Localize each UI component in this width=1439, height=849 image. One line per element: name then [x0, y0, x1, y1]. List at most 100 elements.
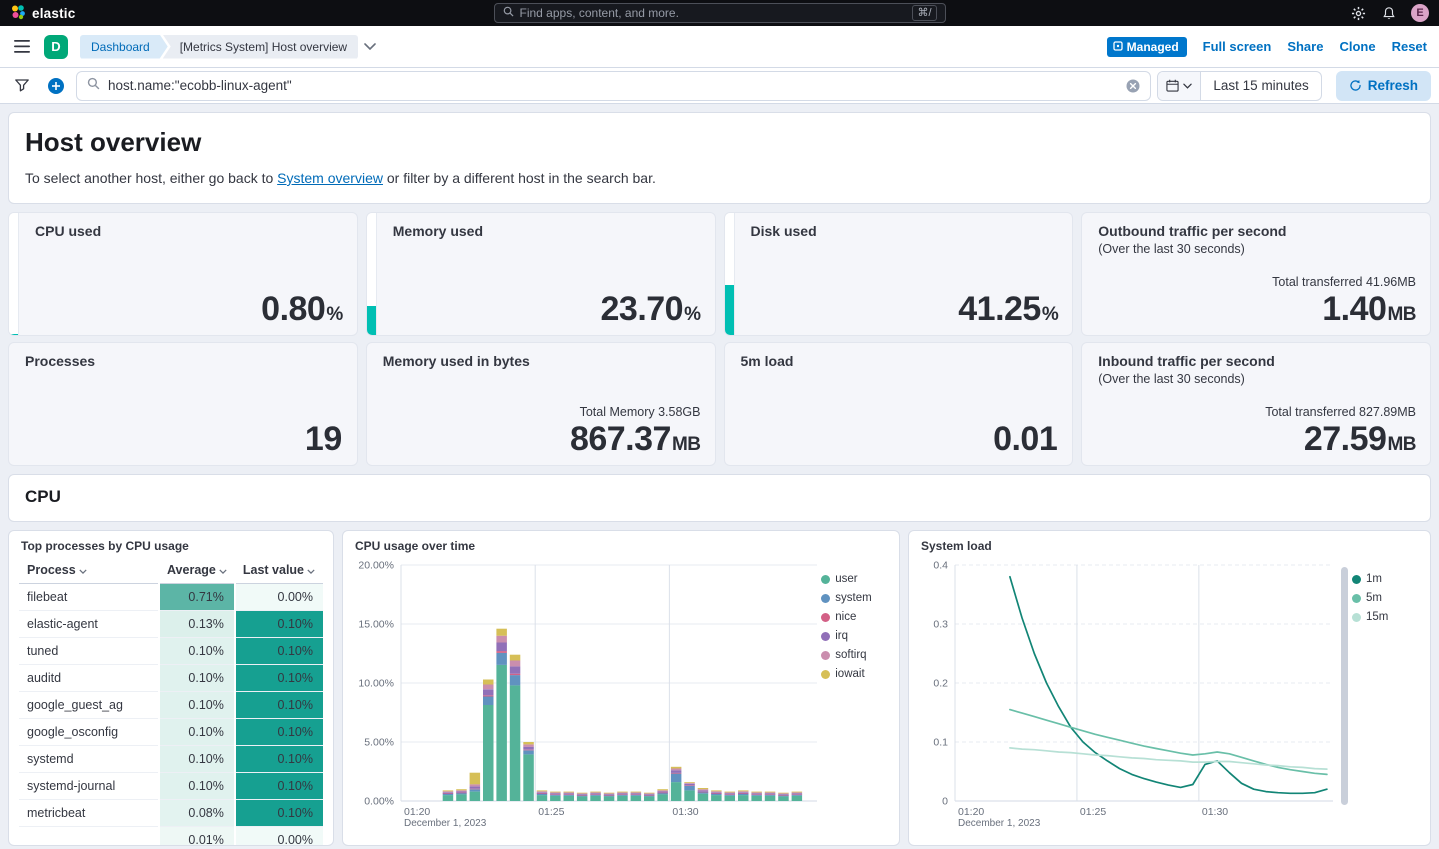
global-header: elastic Find apps, content, and more. ⌘/…	[0, 0, 1439, 26]
metric-progress-track	[725, 213, 735, 335]
process-name-cell: google_guest_ag	[19, 692, 159, 719]
legend-label: softirq	[835, 649, 866, 661]
time-range-value[interactable]: Last 15 minutes	[1201, 78, 1320, 93]
table-row: tuned0.10%0.10%	[19, 638, 323, 665]
legend-item-5m[interactable]: 5m	[1352, 592, 1420, 604]
breadcrumb: Dashboard [Metrics System] Host overview	[80, 35, 376, 59]
breadcrumb-dashboard[interactable]: Dashboard	[80, 35, 168, 59]
calendar-button[interactable]	[1158, 72, 1201, 100]
markdown-text: or filter by a different host in the sea…	[383, 170, 656, 186]
dashboard-viewport: Host overview To select another host, ei…	[0, 104, 1439, 849]
metric-title: Disk used	[751, 223, 1059, 239]
column-header-average[interactable]: Average	[159, 557, 235, 584]
svg-text:01:25: 01:25	[538, 806, 564, 818]
chevron-down-icon[interactable]	[364, 43, 376, 50]
system-overview-link[interactable]: System overview	[277, 170, 383, 186]
table-row: google_osconfig0.10%0.10%	[19, 719, 323, 746]
host-overview-markdown-panel: Host overview To select another host, ei…	[8, 112, 1431, 204]
chevron-down-icon	[219, 563, 227, 577]
legend-dot-icon	[821, 575, 830, 584]
svg-text:0.3: 0.3	[933, 619, 948, 631]
legend-item-user[interactable]: user	[821, 573, 889, 585]
legend-item-1m[interactable]: 1m	[1352, 573, 1420, 585]
svg-text:0.1: 0.1	[933, 737, 948, 749]
table-row: google_guest_ag0.10%0.10%	[19, 692, 323, 719]
gear-icon[interactable]	[1349, 4, 1367, 22]
system-load-chart[interactable]: 00.10.20.30.401:20December 1, 202301:250…	[919, 555, 1339, 835]
user-avatar[interactable]: E	[1411, 4, 1429, 22]
query-box	[76, 71, 1151, 101]
legend-dot-icon	[821, 632, 830, 641]
refresh-button[interactable]: Refresh	[1336, 71, 1431, 101]
average-value-cell: 0.71%	[159, 584, 235, 611]
breadcrumb-current-dashboard[interactable]: [Metrics System] Host overview	[163, 35, 358, 59]
legend-label: user	[835, 573, 857, 585]
metric-title: Memory used	[393, 223, 701, 239]
legend-dot-icon	[1352, 575, 1361, 584]
elastic-brand[interactable]: elastic	[10, 4, 75, 23]
last-value-cell: 0.10%	[235, 746, 323, 773]
table-row: elastic-agent0.13%0.10%	[19, 611, 323, 638]
add-filter-button[interactable]	[42, 72, 70, 100]
column-header-process[interactable]: Process	[19, 557, 159, 584]
process-name-cell: systemd-journal	[19, 773, 159, 800]
header-right-controls: E	[1349, 4, 1429, 22]
space-avatar[interactable]: D	[44, 35, 68, 59]
cpu-usage-chart[interactable]: 0.00%5.00%10.00%15.00%20.00%01:20Decembe…	[353, 555, 821, 835]
dashboard-nav-bar: D Dashboard [Metrics System] Host overvi…	[0, 26, 1439, 68]
last-value-cell: 0.10%	[235, 638, 323, 665]
column-header-last-value[interactable]: Last value	[235, 557, 323, 584]
clone-button[interactable]: Clone	[1339, 39, 1375, 54]
metric-memory-used: Memory used 23.70%	[366, 212, 716, 336]
legend-item-softirq[interactable]: softirq	[821, 649, 889, 661]
metric-context: Total Memory 3.58GB	[570, 405, 701, 419]
markdown-body: To select another host, either go back t…	[25, 170, 1414, 186]
legend-item-nice[interactable]: nice	[821, 611, 889, 623]
legend-label: irq	[835, 630, 848, 642]
bell-icon[interactable]	[1380, 4, 1398, 22]
managed-icon	[1113, 40, 1123, 54]
reset-button[interactable]: Reset	[1392, 39, 1427, 54]
filter-menu-button[interactable]	[8, 72, 36, 100]
svg-text:01:30: 01:30	[672, 806, 698, 818]
last-value-cell: 0.10%	[235, 773, 323, 800]
full-screen-button[interactable]: Full screen	[1203, 39, 1272, 54]
clear-query-icon[interactable]	[1126, 79, 1140, 93]
table-row: systemd-journal0.10%0.10%	[19, 773, 323, 800]
metric-processes: Processes 19	[8, 342, 358, 466]
svg-text:01:20: 01:20	[404, 806, 430, 818]
svg-text:5.00%: 5.00%	[364, 737, 394, 749]
average-value-cell: 0.10%	[159, 692, 235, 719]
legend-dot-icon	[821, 594, 830, 603]
average-value-cell: 0.08%	[159, 800, 235, 827]
query-input[interactable]	[108, 78, 1118, 93]
legend-item-iowait[interactable]: iowait	[821, 668, 889, 680]
search-icon	[87, 77, 100, 95]
share-button[interactable]: Share	[1287, 39, 1323, 54]
legend-dot-icon	[821, 651, 830, 660]
last-value-cell: 0.00%	[235, 827, 323, 847]
panel-title: System load	[921, 539, 1420, 553]
metric-value: 1.40MB	[1272, 290, 1416, 329]
legend-label: nice	[835, 611, 856, 623]
table-row: auditd0.10%0.10%	[19, 665, 323, 692]
system-load-panel: System load 00.10.20.30.401:20December 1…	[908, 530, 1431, 846]
process-table-body: filebeat0.71%0.00%elastic-agent0.13%0.10…	[19, 584, 323, 847]
metric-value: 41.25%	[958, 290, 1058, 329]
chart-scrollbar[interactable]	[1341, 567, 1348, 805]
cpu-usage-over-time-panel: CPU usage over time 0.00%5.00%10.00%15.0…	[342, 530, 900, 846]
legend-item-irq[interactable]: irq	[821, 630, 889, 642]
average-value-cell: 0.10%	[159, 665, 235, 692]
last-value-cell: 0.10%	[235, 800, 323, 827]
average-value-cell: 0.10%	[159, 773, 235, 800]
super-date-picker: Last 15 minutes	[1157, 71, 1321, 101]
metric-context: Total transferred 41.96MB	[1272, 275, 1416, 289]
svg-text:01:30: 01:30	[1202, 806, 1228, 818]
legend-item-15m[interactable]: 15m	[1352, 611, 1420, 623]
menu-icon[interactable]	[12, 37, 32, 57]
legend-item-system[interactable]: system	[821, 592, 889, 604]
last-value-cell: 0.10%	[235, 665, 323, 692]
svg-text:0.2: 0.2	[933, 678, 948, 690]
svg-text:0: 0	[942, 796, 948, 808]
global-search[interactable]: Find apps, content, and more. ⌘/	[494, 3, 946, 23]
